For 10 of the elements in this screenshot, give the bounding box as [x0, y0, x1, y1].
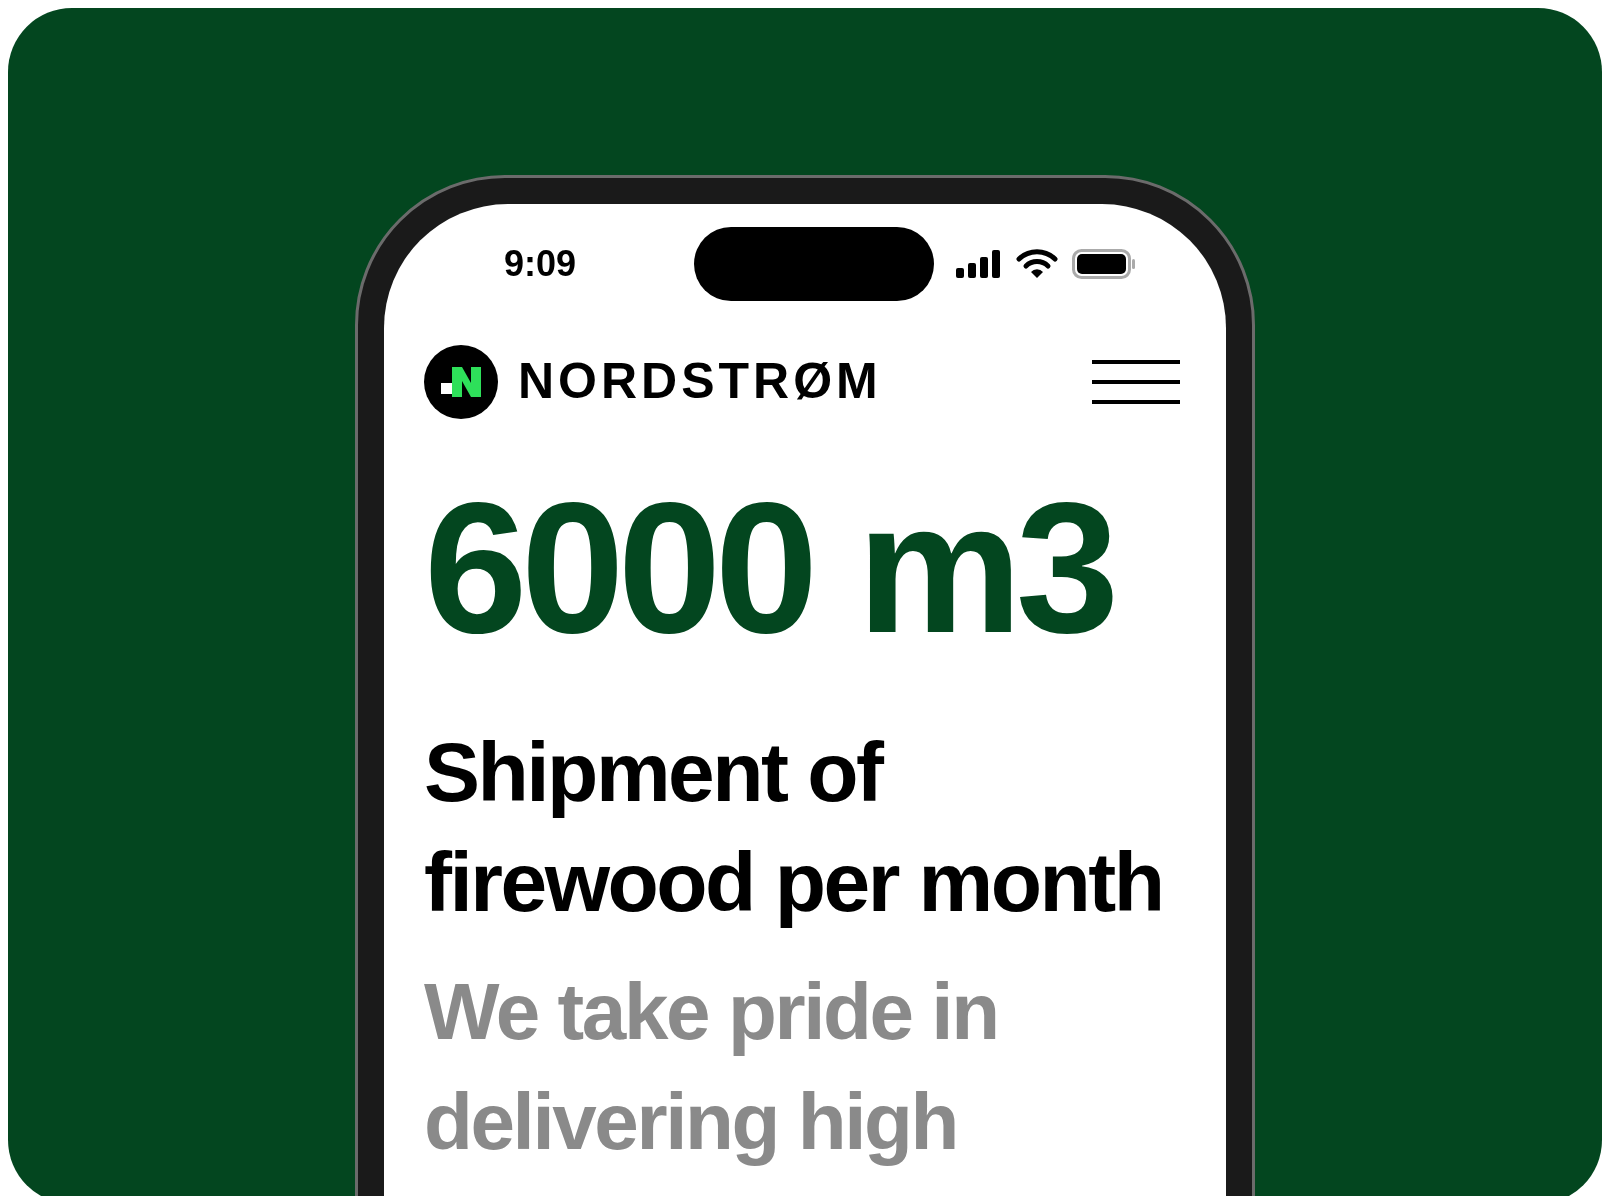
status-time: 9:09: [502, 242, 578, 286]
menu-button[interactable]: [1092, 357, 1180, 406]
brand-name: NORDSTRØM: [518, 352, 882, 411]
logo-icon: [424, 344, 498, 419]
hero-heading: Shipment of firewood per month: [424, 724, 1164, 931]
stat-value: 6000 m3: [424, 475, 1114, 661]
signal-icon: [956, 250, 1002, 278]
hero-description: We take pride in delivering high: [424, 966, 999, 1168]
battery-icon: [1072, 249, 1136, 279]
wifi-icon: [1016, 249, 1058, 279]
